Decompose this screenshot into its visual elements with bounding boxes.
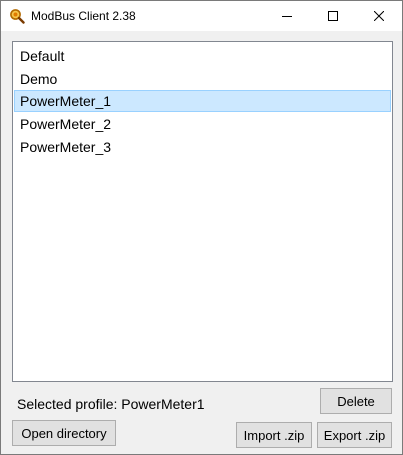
- window-title: ModBus Client 2.38: [31, 9, 136, 23]
- export-zip-button[interactable]: Export .zip: [317, 422, 392, 448]
- profile-list[interactable]: Default Demo PowerMeter_1 PowerMeter_2 P…: [12, 41, 393, 382]
- maximize-icon: [328, 11, 338, 21]
- close-icon: [374, 11, 384, 21]
- selected-profile-label: Selected profile: PowerMeter1: [17, 396, 205, 412]
- close-button[interactable]: [356, 1, 402, 31]
- minimize-icon: [282, 11, 292, 21]
- profile-item-powermeter-1[interactable]: PowerMeter_1: [14, 90, 391, 112]
- open-directory-button[interactable]: Open directory: [12, 420, 116, 446]
- app-icon: [9, 8, 25, 24]
- import-zip-button[interactable]: Import .zip: [236, 422, 312, 448]
- profile-item-default[interactable]: Default: [14, 45, 391, 67]
- profile-item-powermeter-3[interactable]: PowerMeter_3: [14, 136, 391, 158]
- title-bar[interactable]: ModBus Client 2.38: [1, 1, 402, 31]
- minimize-button[interactable]: [264, 1, 310, 31]
- profile-item-demo[interactable]: Demo: [14, 68, 391, 90]
- profile-item-powermeter-2[interactable]: PowerMeter_2: [14, 113, 391, 135]
- delete-button[interactable]: Delete: [320, 388, 392, 414]
- app-window: ModBus Client 2.38 Default Demo PowerMet…: [0, 0, 403, 455]
- maximize-button[interactable]: [310, 1, 356, 31]
